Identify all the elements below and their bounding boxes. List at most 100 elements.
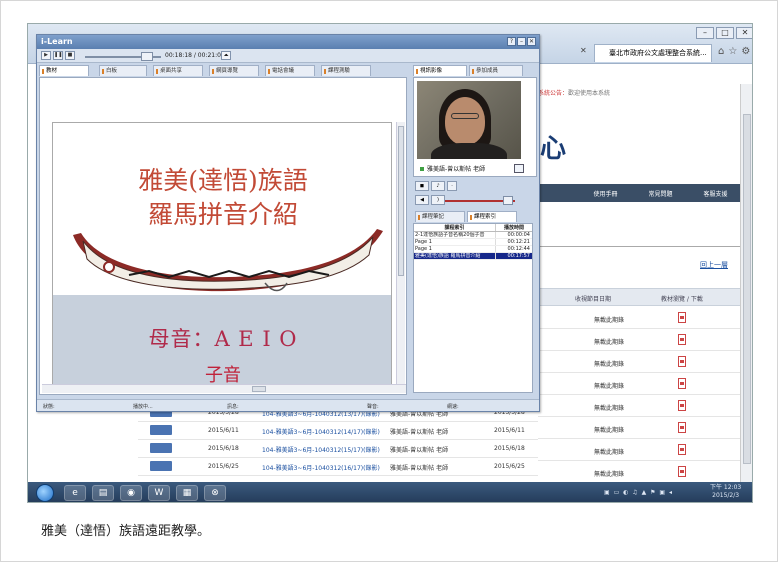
row-title-link[interactable]: 104-雅美語3~6月-1040312(15/17)(錄影)	[262, 445, 380, 454]
tab-web-tour[interactable]: 網頁導覽	[209, 65, 259, 76]
header-material: 教材瀏覽 / 下載	[661, 296, 703, 303]
volume-thumb[interactable]	[503, 196, 513, 205]
play-video-icon[interactable]	[150, 461, 172, 471]
table-row: 無載此期錄	[538, 307, 743, 329]
word-icon[interactable]: W	[148, 485, 170, 501]
index-header-time: 播放時間	[503, 225, 524, 231]
popout-icon[interactable]	[514, 164, 524, 173]
back-link[interactable]: 回上一層	[700, 260, 728, 270]
index-header: 課程索引 播放時間	[414, 224, 532, 232]
status-label: 狀態:	[43, 404, 55, 410]
pdf-icon[interactable]	[678, 378, 686, 389]
tab-notes[interactable]: 課程筆記	[415, 211, 465, 222]
table-row: 無載此期錄	[538, 351, 743, 373]
minimize-button[interactable]: –	[517, 37, 526, 46]
close-tab-icon[interactable]: ✕	[580, 46, 587, 55]
table-row: 2015/6/11 104-雅美語3~6月-1040312(14/17)(錄影) 雅…	[138, 422, 538, 440]
start-button[interactable]	[36, 484, 54, 502]
scrollbar-thumb[interactable]	[743, 114, 751, 464]
table-row: 無載此期錄	[538, 417, 743, 439]
ilearn-titlebar[interactable]: i-Learn	[37, 35, 539, 49]
pdf-icon[interactable]	[678, 312, 686, 323]
tab-whiteboard[interactable]: 白板	[99, 65, 147, 76]
table-row: 無載此期錄	[538, 329, 743, 351]
toggle-panel-icon[interactable]: ⏶	[221, 51, 231, 60]
teacher-name: 雅美語-曾以斯帖 老師	[420, 164, 485, 173]
index-row[interactable]: Page 1 00:12:44	[414, 246, 532, 253]
close-button[interactable]: ✕	[736, 27, 752, 39]
nav-faq[interactable]: 常見問題	[648, 189, 672, 198]
tab-index[interactable]: 課程索引	[467, 211, 517, 222]
tab-material[interactable]: 教材	[39, 65, 89, 76]
index-row[interactable]: 雅美(達悟)族語 羅馬拼音介紹 00:17:57	[414, 253, 532, 260]
row-teacher: 雅美語-曾以斯帖 老師	[390, 447, 449, 454]
row-title-link[interactable]: 104-雅美語3~6月-1040312(16/17)(錄影)	[262, 463, 380, 472]
system-tray[interactable]: ▣ ▭ ◐ ♫ ▲ ⚑ ▣ ◂	[604, 489, 673, 496]
play-video-icon[interactable]	[150, 443, 172, 453]
settings-icon[interactable]: ·	[447, 181, 457, 191]
clock[interactable]: 下午 12:03 2015/2/3	[710, 484, 741, 500]
scrollbar-thumb[interactable]	[252, 386, 266, 392]
ilearn-window-controls: ? – ✕	[507, 37, 536, 46]
slide-horizontal-scrollbar[interactable]	[42, 384, 406, 393]
chrome-icon[interactable]: ◉	[120, 485, 142, 501]
nav-support[interactable]: 客服支援	[703, 189, 727, 198]
tab-phone-meeting[interactable]: 電話會議	[265, 65, 315, 76]
row-title-link[interactable]: 104-雅美語3~6月-1040312(14/17)(錄影)	[262, 427, 380, 436]
tab-participants[interactable]: 參加成員	[469, 65, 523, 76]
help-button[interactable]: ?	[507, 37, 516, 46]
index-rows: 2-1達悟族語子音名稱20個子音 00:00:04 Page 1 00:12:21 Pa…	[414, 232, 532, 260]
pdf-icon[interactable]	[678, 466, 686, 477]
browser-scrollbar[interactable]	[740, 84, 752, 482]
maximize-button[interactable]: □	[716, 27, 734, 39]
tab-desktop-share[interactable]: 桌面共享	[153, 65, 203, 76]
play-icon[interactable]: ▶	[41, 51, 51, 60]
video-glasses	[451, 113, 479, 119]
pdf-icon[interactable]	[678, 422, 686, 433]
pdf-icon[interactable]	[678, 334, 686, 345]
nav-manual[interactable]: 使用手冊	[593, 189, 617, 198]
table-row: 2015/6/25 104-雅美語3~6月-1040312(16/17)(錄影) 雅…	[138, 458, 538, 476]
row-date: 2015/6/18	[208, 445, 239, 452]
close-button[interactable]: ✕	[527, 37, 536, 46]
ie-icon[interactable]: e	[64, 485, 86, 501]
speaker-icon[interactable]: ◀	[415, 195, 429, 205]
table-row: 無載此期錄	[538, 395, 743, 417]
camera-icon[interactable]: ◼	[415, 181, 429, 191]
table-row: 2015/6/18 104-雅美語3~6月-1040312(15/17)(錄影) 雅…	[138, 440, 538, 458]
audio-icon[interactable]: )	[431, 195, 445, 205]
mic-icon[interactable]: ♪	[431, 181, 445, 191]
slide-vertical-scrollbar[interactable]	[396, 122, 405, 390]
pause-icon[interactable]: ❚❚	[53, 51, 63, 60]
pdf-icon[interactable]	[678, 444, 686, 455]
minimize-button[interactable]: –	[696, 27, 714, 39]
tatala-boat-image	[73, 229, 383, 292]
playback-controls: ▶ ❚❚ ■ 00:18:18 / 00:21:04 ⏶	[37, 49, 539, 63]
tab-video[interactable]: 視訊影像	[413, 65, 467, 76]
seek-thumb[interactable]	[141, 52, 153, 61]
video-controls: ◼ ♪ ·	[413, 181, 537, 193]
browser-toolbar-icons[interactable]: ⌂☆⚙	[718, 46, 752, 57]
index-row[interactable]: Page 1 00:12:21	[414, 239, 532, 246]
playback-time: 00:18:18 / 00:21:04	[165, 52, 225, 59]
stop-icon[interactable]: ■	[65, 51, 75, 60]
index-label: 2-1達悟族語子音名稱20個子音	[414, 232, 496, 238]
index-row[interactable]: 2-1達悟族語子音名稱20個子音 00:00:04	[414, 232, 532, 239]
pdf-icon[interactable]	[678, 400, 686, 411]
content-tabs: 教材 白板 桌面共享 網頁導覽 電話會議 課程測驗	[39, 65, 409, 77]
row-status: 無載此期錄	[594, 383, 625, 390]
pdf-icon[interactable]	[678, 356, 686, 367]
scrollbar-thumb[interactable]	[398, 126, 404, 276]
index-tabs: 課程筆記 課程索引	[413, 211, 537, 223]
taskbar: e ▤ ◉ W ▦ ⊗ ▣ ▭ ◐ ♫ ▲ ⚑ ▣ ◂ 下午 12:03 2015…	[28, 482, 752, 502]
row-teacher: 雅美語-曾以斯帖 老師	[390, 429, 449, 436]
table-row: 無載此期錄	[538, 439, 743, 461]
ilearn-taskbar-icon[interactable]: ⊗	[204, 485, 226, 501]
play-video-icon[interactable]	[150, 425, 172, 435]
tab-quiz[interactable]: 課程測驗	[321, 65, 371, 76]
explorer-icon[interactable]: ▤	[92, 485, 114, 501]
table-header: 收視節目日期 教材瀏覽 / 下載	[538, 288, 743, 306]
browser-tab[interactable]: 臺北市政府公文處理整合系統...	[594, 44, 712, 62]
folder-icon[interactable]: ▦	[176, 485, 198, 501]
row-status: 無載此期錄	[594, 471, 625, 478]
